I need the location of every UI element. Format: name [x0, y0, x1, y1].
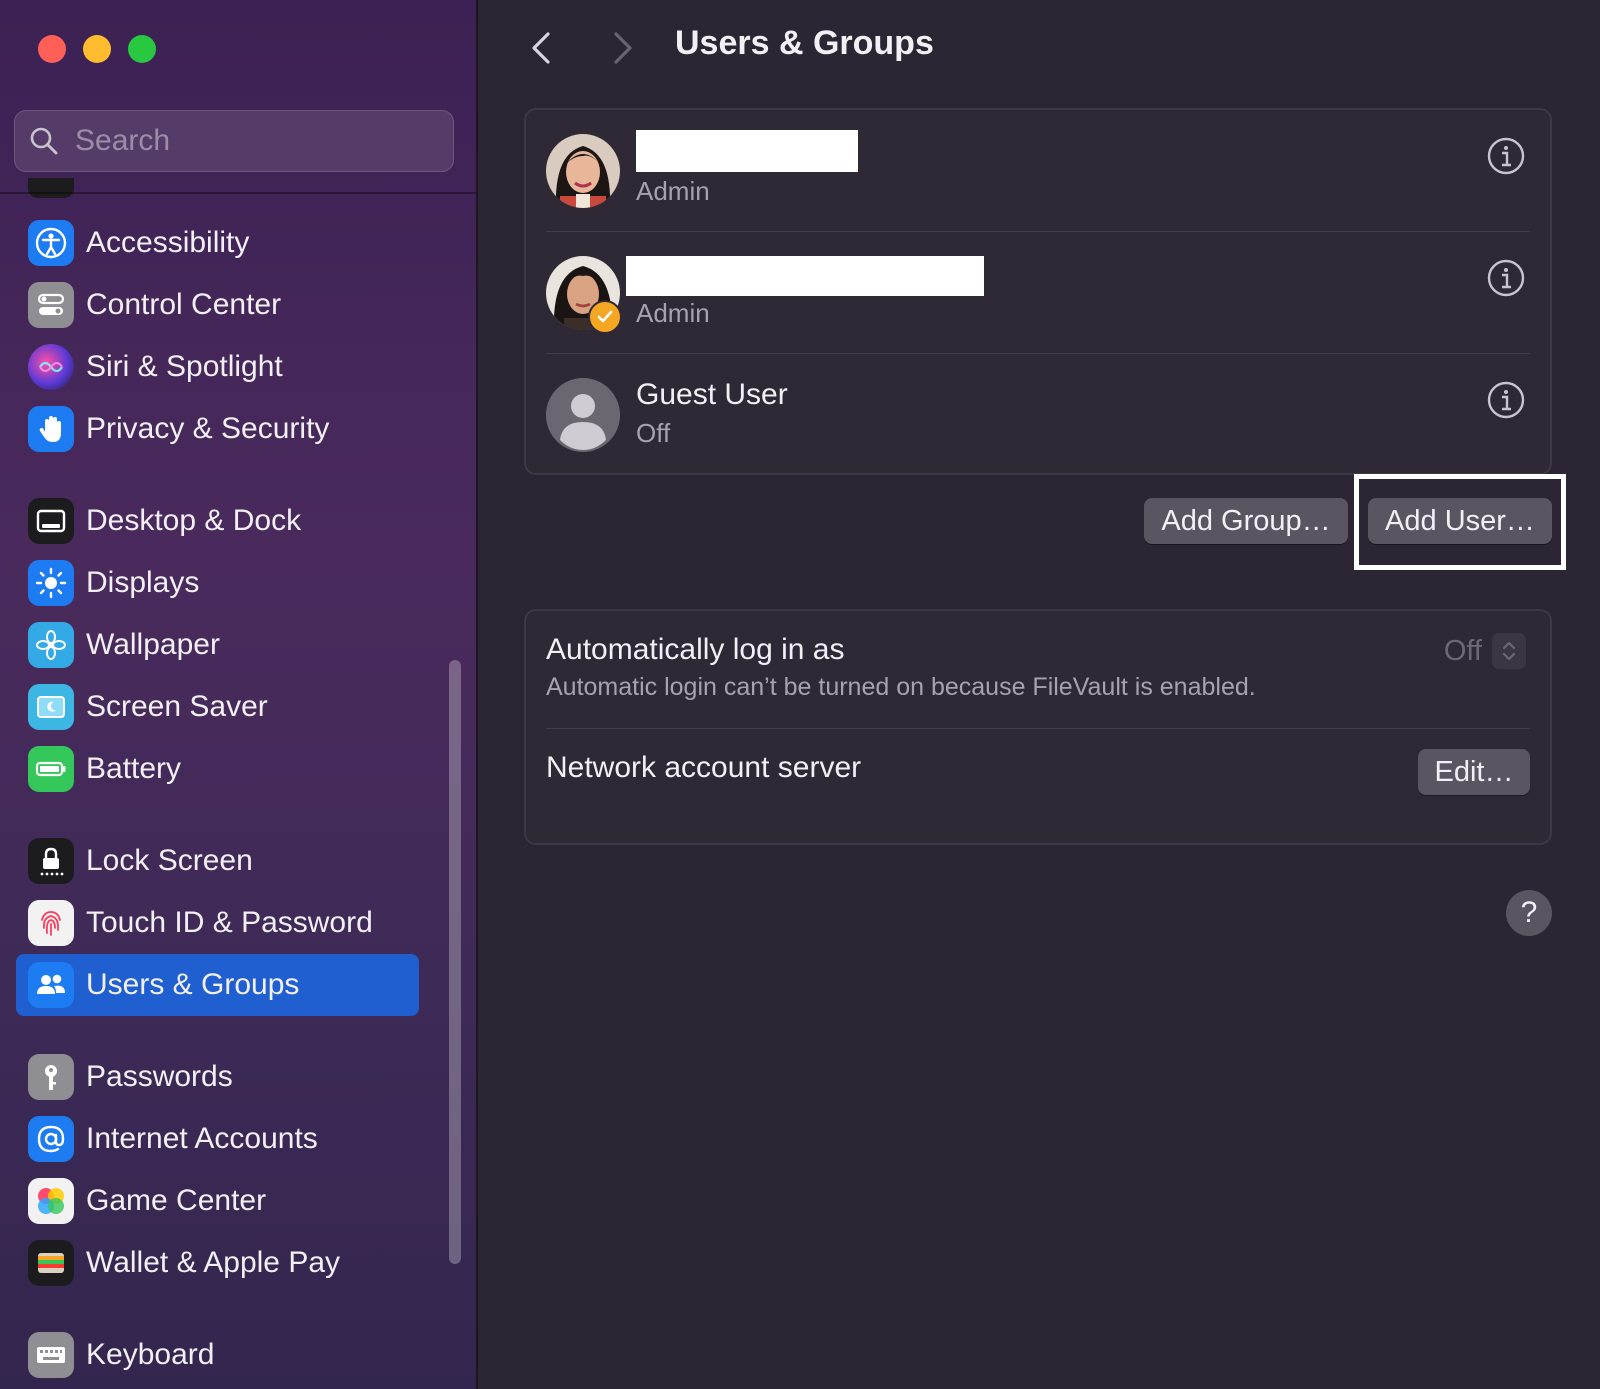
sidebar-item-accessibility[interactable]: Accessibility	[16, 212, 419, 274]
sidebar-item-game-center[interactable]: Game Center	[16, 1170, 419, 1232]
zoom-window-button[interactable]	[128, 35, 156, 63]
sidebar-item-passwords[interactable]: Passwords	[16, 1046, 419, 1108]
flower-icon	[28, 622, 74, 668]
sidebar-item-label: Siri & Spotlight	[86, 350, 283, 383]
user-status: Off	[636, 418, 671, 448]
back-chevron-icon[interactable]	[522, 28, 562, 68]
sidebar-item-label: Accessibility	[86, 226, 250, 259]
forward-chevron-icon[interactable]	[602, 28, 642, 68]
highlight-frame	[1354, 474, 1566, 570]
sidebar-item-keyboard[interactable]: Keyboard	[16, 1324, 419, 1386]
edit-button[interactable]: Edit…	[1418, 749, 1530, 795]
sidebar-item-label: Lock Screen	[86, 844, 253, 877]
sidebar-item-privacy-security[interactable]: Privacy & Security	[16, 398, 419, 460]
redacted-username	[636, 130, 858, 172]
minimize-window-button[interactable]	[83, 35, 111, 63]
auto-login-select: Off	[1444, 633, 1526, 669]
sidebar-item-label: Passwords	[86, 1060, 233, 1093]
sidebar-item-battery[interactable]: Battery	[16, 738, 419, 800]
user-row-guest[interactable]: Guest User Off	[526, 354, 1550, 476]
battery-icon	[28, 746, 74, 792]
sidebar: Accessibility Control Center Siri & Spot…	[0, 0, 478, 1389]
sidebar-item-desktop-dock[interactable]: Desktop & Dock	[16, 490, 419, 552]
sidebar-scrollbar[interactable]	[449, 660, 461, 1264]
sidebar-item-screen-saver[interactable]: Screen Saver	[16, 676, 419, 738]
users-list: Admin Admin Guest User Off	[524, 108, 1552, 475]
main-pane: Users & Groups Admin Admin Guest User Of…	[478, 0, 1600, 1389]
sidebar-item-label: Displays	[86, 566, 200, 599]
sidebar-item-label: Users & Groups	[86, 968, 300, 1001]
close-window-button[interactable]	[38, 35, 66, 63]
up-down-chevron-icon	[1492, 633, 1526, 669]
network-server-title: Network account server	[546, 751, 862, 784]
sidebar-item-label: Wallpaper	[86, 628, 220, 661]
search-field[interactable]	[14, 110, 454, 172]
auto-login-title: Automatically log in as	[546, 633, 845, 666]
search-icon	[30, 127, 58, 155]
add-group-button[interactable]: Add Group…	[1144, 498, 1348, 544]
guest-avatar-icon	[546, 378, 620, 452]
sidebar-divider	[0, 192, 476, 194]
control-center-icon	[28, 282, 74, 328]
sidebar-item-label: Keyboard	[86, 1338, 215, 1371]
sidebar-item-internet-accounts[interactable]: Internet Accounts	[16, 1108, 419, 1170]
sun-icon	[28, 560, 74, 606]
sidebar-item-lock-screen[interactable]: Lock Screen	[16, 830, 419, 892]
sidebar-item-siri-spotlight[interactable]: Siri & Spotlight	[16, 336, 419, 398]
sidebar-item-touch-id[interactable]: Touch ID & Password	[16, 892, 419, 954]
avatar	[546, 134, 620, 208]
sidebar-item-wallet[interactable]: Wallet & Apple Pay	[16, 1232, 419, 1294]
sidebar-item-users-groups[interactable]: Users & Groups	[16, 954, 419, 1016]
key-icon	[28, 1054, 74, 1100]
search-input[interactable]	[73, 123, 437, 159]
sidebar-item-label: Wallet & Apple Pay	[86, 1246, 341, 1279]
window-controls	[38, 35, 156, 63]
help-button[interactable]: ?	[1506, 890, 1552, 936]
sidebar-item-label: Internet Accounts	[86, 1122, 318, 1155]
siri-icon	[28, 344, 74, 390]
sidebar-item-control-center[interactable]: Control Center	[16, 274, 419, 336]
sidebar-item-label: Battery	[86, 752, 182, 785]
info-icon[interactable]	[1486, 136, 1526, 176]
current-user-check-icon	[588, 300, 622, 334]
auto-login-description: Automatic login can’t be turned on becau…	[546, 673, 1256, 701]
user-row[interactable]: Admin	[526, 232, 1550, 354]
sidebar-item-label: Privacy & Security	[86, 412, 330, 445]
wallet-icon	[28, 1240, 74, 1286]
user-role: Admin	[636, 298, 710, 328]
login-settings-card: Automatically log in as Automatic login …	[524, 609, 1552, 845]
lock-icon	[28, 838, 74, 884]
users-icon	[28, 962, 74, 1008]
info-icon[interactable]	[1486, 258, 1526, 298]
redacted-username	[626, 256, 984, 296]
user-row[interactable]: Admin	[526, 110, 1550, 232]
row-divider	[546, 728, 1530, 729]
sidebar-item-label: Screen Saver	[86, 690, 268, 723]
fingerprint-icon	[28, 900, 74, 946]
sidebar-item-label: Desktop & Dock	[86, 504, 302, 537]
game-center-icon	[28, 1178, 74, 1224]
keyboard-icon	[28, 1332, 74, 1378]
dock-icon	[28, 498, 74, 544]
sidebar-item-displays[interactable]: Displays	[16, 552, 419, 614]
accessibility-icon	[28, 220, 74, 266]
screen-saver-icon	[28, 684, 74, 730]
at-icon	[28, 1116, 74, 1162]
page-title: Users & Groups	[675, 24, 934, 62]
sidebar-item-wallpaper[interactable]: Wallpaper	[16, 614, 419, 676]
info-icon[interactable]	[1486, 380, 1526, 420]
sidebar-item-label: Touch ID & Password	[86, 906, 373, 939]
user-role: Admin	[636, 176, 710, 206]
sidebar-item-label: Control Center	[86, 288, 282, 321]
hand-icon	[28, 406, 74, 452]
user-name: Guest User	[636, 378, 788, 411]
sidebar-item-label: Game Center	[86, 1184, 267, 1217]
auto-login-value: Off	[1443, 634, 1482, 667]
partial-sidebar-item	[28, 178, 74, 198]
